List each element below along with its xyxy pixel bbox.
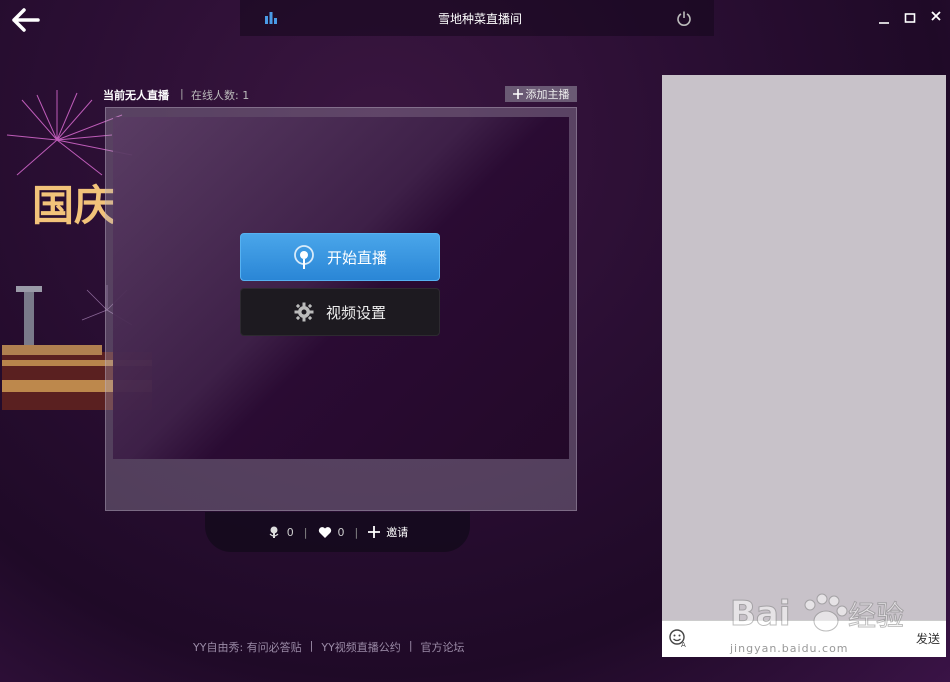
plus-icon xyxy=(368,526,381,538)
invite-button[interactable]: 邀请 xyxy=(368,524,408,540)
separator: | xyxy=(408,639,413,652)
separator: | xyxy=(309,639,314,652)
close-icon xyxy=(931,11,941,21)
separator: | xyxy=(303,525,308,539)
watermark-brand-cn: 经验 xyxy=(848,599,904,632)
minimize-button[interactable] xyxy=(876,10,892,26)
flower-icon xyxy=(269,526,279,538)
power-icon[interactable] xyxy=(676,10,692,26)
live-status-label: 当前无人直播 xyxy=(103,89,169,102)
heart-count: 0 xyxy=(337,525,345,539)
minimize-icon xyxy=(879,22,889,24)
emoji-icon[interactable]: A xyxy=(668,628,688,649)
chat-messages-panel[interactable] xyxy=(662,75,946,620)
gear-icon xyxy=(294,302,314,322)
heart-counter[interactable]: 0 xyxy=(318,526,345,539)
broadcast-icon xyxy=(294,245,314,269)
flower-counter[interactable]: 0 xyxy=(267,525,294,539)
plus-icon xyxy=(512,89,523,99)
add-host-label: 添加主播 xyxy=(525,88,570,101)
svg-text:A: A xyxy=(681,641,686,648)
add-host-button[interactable]: 添加主播 xyxy=(505,86,577,102)
bar-chart-icon[interactable] xyxy=(263,10,279,26)
start-live-button[interactable]: 开始直播 xyxy=(240,233,440,281)
window-title: 雪地种菜直播间 xyxy=(437,12,522,26)
footer-link-faq[interactable]: YY自由秀: 有问必答贴 xyxy=(193,639,302,655)
heart-icon xyxy=(318,526,331,538)
footer-links: YY自由秀: 有问必答贴 | YY视频直播公约 | 官方论坛 xyxy=(193,639,465,655)
separator: | xyxy=(180,87,184,100)
maximize-button[interactable] xyxy=(902,10,918,26)
flower-count: 0 xyxy=(286,525,294,539)
invite-label: 邀请 xyxy=(386,526,409,539)
watermark-url: jingyan.baidu.com xyxy=(730,642,849,655)
footer-link-forum[interactable]: 官方论坛 xyxy=(421,639,465,655)
video-settings-button[interactable]: 视频设置 xyxy=(240,288,440,336)
banner-text: 国庆 xyxy=(32,181,116,230)
start-live-label: 开始直播 xyxy=(326,248,387,267)
close-button[interactable] xyxy=(928,8,944,24)
footer-link-convention[interactable]: YY视频直播公约 xyxy=(321,639,400,655)
separator: | xyxy=(354,525,359,539)
watermark-brand: Bai xyxy=(730,594,791,634)
back-arrow-icon xyxy=(12,8,40,32)
top-bar: 雪地种菜直播间 xyxy=(0,0,950,40)
online-count: 在线人数: 1 xyxy=(191,89,250,102)
interaction-bar: 0 | 0 | 邀请 xyxy=(205,512,470,552)
back-button[interactable] xyxy=(10,6,40,34)
video-settings-label: 视频设置 xyxy=(325,303,386,322)
maximize-icon xyxy=(904,13,916,23)
